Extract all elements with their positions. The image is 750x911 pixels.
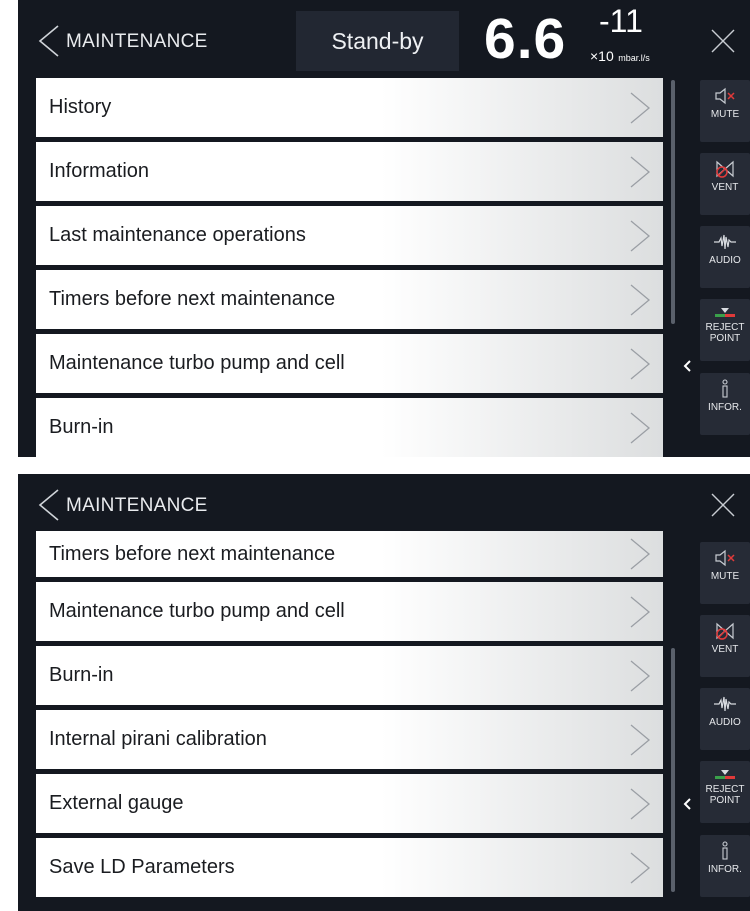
reject-point-icon [715,308,735,317]
menu-item-burn-in[interactable]: Burn-in [36,398,663,457]
menu-item-burn-in[interactable]: Burn-in [36,646,663,705]
menu-item-label: Save LD Parameters [49,856,235,878]
reject-point-label: REJECT POINT [705,784,745,806]
page-title: MAINTENANCE [66,495,208,516]
menu-item-internal-pirani-calibration[interactable]: Internal pirani calibration [36,710,663,769]
list-scrollbar[interactable] [671,648,675,892]
chevron-right-icon [630,284,651,316]
page-title: MAINTENANCE [66,31,208,52]
menu-item-maintenance-turbo-pump[interactable]: Maintenance turbo pump and cell [36,334,663,393]
vent-valve-icon [716,622,734,640]
reject-point-button[interactable]: REJECT POINT [700,299,750,361]
leak-rate-mantissa: 6.6 [484,7,567,71]
chevron-right-icon [630,412,651,444]
chevron-right-icon [630,348,651,380]
header: MAINTENANCE Stand-by 6.6 -11 ×10 mbar.l/… [18,0,686,78]
vent-label: VENT [711,182,739,193]
vent-valve-icon [716,160,734,178]
back-chevron-icon[interactable] [32,24,66,58]
leak-rate-unit-label: mbar.l/s [618,53,650,63]
close-icon[interactable] [706,488,740,522]
speaker-mute-icon [715,549,735,567]
menu-item-maintenance-turbo-pump[interactable]: Maintenance turbo pump and cell [36,582,663,641]
audio-label: AUDIO [709,717,741,728]
chevron-right-icon [630,852,651,884]
speaker-mute-icon [715,87,735,105]
chevron-right-icon [630,220,651,252]
menu-item-save-ld-parameters[interactable]: Save LD Parameters [36,838,663,897]
menu-item-information[interactable]: Information [36,142,663,201]
menu-item-label: History [49,96,112,118]
audio-button[interactable]: AUDIO [700,688,750,750]
menu-item-label: Burn-in [49,416,114,438]
menu-list: History Information Last maintenance ope… [36,78,663,457]
maintenance-screen-scrolled: MAINTENANCE Timers before next maintenan… [18,474,750,911]
menu-item-label: Internal pirani calibration [49,728,267,750]
chevron-right-icon [630,92,651,124]
maintenance-screen-top: MAINTENANCE Stand-by 6.6 -11 ×10 mbar.l/… [18,0,750,457]
vent-button[interactable]: VENT [700,153,750,215]
reject-point-button[interactable]: REJECT POINT [700,761,750,823]
chevron-right-icon [630,724,651,756]
audio-button[interactable]: AUDIO [700,226,750,288]
leak-rate-unit: ×10 mbar.l/s [590,48,650,66]
menu-item-label: Burn-in [49,664,114,686]
waveform-icon [714,234,736,250]
chevron-right-icon [630,660,651,692]
menu-item-external-gauge[interactable]: External gauge [36,774,663,833]
list-scrollbar[interactable] [671,80,675,324]
vent-label: VENT [711,644,739,655]
vent-button[interactable]: VENT [700,615,750,677]
close-icon[interactable] [706,24,740,58]
mute-button[interactable]: MUTE [700,542,750,604]
menu-item-label: Last maintenance operations [49,224,306,246]
mute-label: MUTE [710,109,740,120]
menu-item-timers-before-next-maintenance[interactable]: Timers before next maintenance [36,531,663,577]
menu-item-label: Information [49,160,150,182]
infor-button[interactable]: INFOR. [700,373,750,435]
infor-label: INFOR. [708,402,742,413]
back-chevron-icon[interactable] [32,488,66,522]
audio-label: AUDIO [709,255,741,266]
menu-item-label: Timers before next maintenance [49,543,336,565]
info-icon [722,841,728,860]
leak-rate-exponent: -11 [599,3,643,39]
chevron-right-icon [630,156,651,188]
menu-item-history[interactable]: History [36,78,663,137]
chevron-right-icon [630,538,651,570]
reject-point-icon [715,770,735,779]
chevron-right-icon [630,788,651,820]
sidebar-collapse-chevron-icon[interactable] [681,359,695,373]
sidebar-collapse-chevron-icon[interactable] [681,797,695,811]
reject-point-label: REJECT POINT [705,322,745,344]
mute-button[interactable]: MUTE [700,80,750,142]
leak-rate-multiplier: ×10 [590,48,614,64]
menu-item-label: Maintenance turbo pump and cell [49,352,345,374]
menu-item-last-maintenance-operations[interactable]: Last maintenance operations [36,206,663,265]
menu-item-timers-before-next-maintenance[interactable]: Timers before next maintenance [36,270,663,329]
info-icon [722,379,728,398]
menu-item-label: Maintenance turbo pump and cell [49,600,345,622]
menu-list: Timers before next maintenance Maintenan… [36,531,663,902]
infor-label: INFOR. [708,864,742,875]
infor-button[interactable]: INFOR. [700,835,750,897]
menu-item-label: Timers before next maintenance [49,288,336,310]
mode-status: Stand-by [296,11,459,71]
chevron-right-icon [630,596,651,628]
mute-label: MUTE [710,571,740,582]
menu-item-label: External gauge [49,792,184,814]
waveform-icon [714,696,736,712]
